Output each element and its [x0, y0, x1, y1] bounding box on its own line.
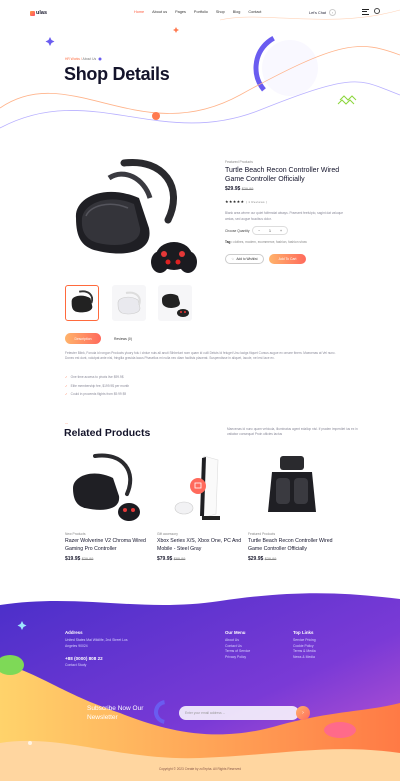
footer-address-title: Address	[65, 630, 83, 635]
plus-icon[interactable]: +	[280, 229, 282, 233]
footer-menu: About Us Contact Us Terms of Service Pri…	[225, 638, 250, 660]
footer-menu-title: Our Menu	[225, 630, 246, 635]
card-price: $79.9$ $89.99	[157, 556, 186, 562]
lets-chat-label: Let's Chat	[309, 10, 326, 15]
star-rating-icon: ★★★★★	[225, 199, 245, 204]
card-title[interactable]: Turtle Beach Recon Controller Wired Game…	[248, 538, 348, 553]
copyright: Copyright © 2023 Create by zoTepha. All …	[158, 767, 242, 771]
add-to-cart-button[interactable]: Add To Cart	[269, 254, 306, 264]
quantity-value[interactable]: 1	[269, 229, 271, 233]
breadcrumb-current: About Us	[82, 57, 97, 61]
price-current: $29.9$	[225, 186, 241, 192]
footer-phone[interactable]: +88 (0000) 808 22	[65, 656, 103, 661]
product-title: Turtle Beach Recon Controller Wired Game…	[225, 167, 340, 183]
tab-description[interactable]: Description	[65, 333, 101, 344]
newsletter-email-input[interactable]: Enter your email address ...	[179, 706, 299, 720]
product-card-image[interactable]	[158, 452, 244, 528]
breadcrumb-home[interactable]: HR Works	[65, 57, 80, 61]
card-title[interactable]: Razer Wolverine V2 Chroma Wired Gaming P…	[65, 538, 165, 553]
nav-item-contact[interactable]: Contact	[248, 10, 261, 14]
product-thumbnail[interactable]	[158, 285, 192, 321]
newsletter-title: Subscribe Now Our Newsletter	[87, 705, 144, 721]
nav-item-pages[interactable]: Pages	[175, 10, 186, 14]
related-products-title: Related Products	[64, 427, 151, 439]
lets-chat-button[interactable]: Let's Chat ›	[309, 9, 336, 16]
nav-item-home[interactable]: Home	[134, 10, 144, 14]
logo-mark-icon	[30, 10, 35, 16]
product-price: $29.9$ $39.99	[225, 186, 253, 192]
card-price: $29.9$ $39.99	[248, 556, 277, 562]
footer-contact-link[interactable]: Contact Study	[65, 663, 86, 669]
footer-links: Service Pricing Cookie Policy Terms & Me…	[293, 638, 316, 660]
nav-item-shop[interactable]: Shop	[216, 10, 225, 14]
hero-decoration	[0, 9, 400, 129]
product-card-image[interactable]	[65, 452, 151, 528]
card-title[interactable]: Xbox Series X/S, Xbox One, PC And Mobile…	[157, 538, 257, 553]
check-icon: ✓	[65, 383, 68, 388]
list-item: ✓ Elite membership fee, $199.9$ per month	[65, 383, 130, 388]
nav-item-blog[interactable]: Blog	[233, 10, 241, 14]
product-rating: ★★★★★ ( 1 Reviews )	[225, 199, 267, 204]
list-item: ✓ One time access to pivots live $99.9$	[65, 375, 124, 379]
product-thumbnail[interactable]	[112, 285, 146, 321]
tags-list[interactable]: clothes, modern, ecommerce, fashion, fas…	[233, 240, 307, 244]
check-icon: ✓	[65, 375, 68, 379]
product-card-image[interactable]	[250, 452, 336, 528]
footer-link-item[interactable]: Terms & Media	[293, 649, 316, 655]
product-tags: Tag : clothes, modern, ecommerce, fashio…	[225, 240, 307, 244]
footer-link-item[interactable]: Service Pricing	[293, 638, 316, 644]
tab-reviews[interactable]: Reviews (0)	[105, 333, 141, 344]
arrow-right-icon: ›	[328, 9, 336, 16]
tags-label: Tag :	[225, 240, 233, 244]
footer-link-item[interactable]: News & Media	[293, 655, 316, 661]
nav-item-about[interactable]: About us	[152, 10, 167, 14]
add-to-cart-label: Add To Cart	[278, 257, 297, 261]
minus-icon[interactable]: −	[258, 229, 260, 233]
footer-menu-item[interactable]: Privacy Policy	[225, 655, 250, 661]
footer-background	[0, 593, 400, 781]
product-long-description: Feteuter Blink, Fonuia id rongon Product…	[65, 351, 336, 360]
arrow-right-icon: ›	[302, 710, 304, 716]
product-thumbnail[interactable]	[65, 285, 99, 321]
card-category: Featured Products	[248, 532, 276, 536]
quantity-label: Choose Quantity	[225, 229, 250, 233]
review-count: ( 1 Reviews )	[245, 200, 268, 204]
nav-item-portfolio[interactable]: Portfolio	[194, 10, 208, 14]
heart-icon: ♡	[231, 257, 235, 261]
section-pretitle: —	[65, 421, 68, 425]
card-category: Gift accessory	[157, 532, 178, 536]
logo[interactable]: ulas	[30, 10, 47, 16]
related-products-description: Maecenas id nunc quam vehicula, illumina…	[227, 427, 358, 436]
newsletter-submit-button[interactable]: ›	[296, 706, 310, 720]
list-item: ✓ Could in proceeds flights from $9.99 $9	[65, 392, 127, 396]
product-category: Featured Products	[225, 160, 253, 164]
footer-menu-item[interactable]: Terms of Service	[225, 649, 250, 655]
breadcrumb: HR Works / About Us	[65, 57, 97, 61]
feature-list: ✓ One time access to pivots live $99.9$ ✓…	[65, 373, 129, 399]
card-price: $19.9$ $39.99	[65, 556, 94, 562]
page-title: Shop Details	[64, 64, 170, 84]
card-category: New Products	[65, 532, 86, 536]
price-old: $39.99	[241, 187, 254, 191]
wishlist-label: Add to Wishlist	[236, 257, 258, 261]
brand-name: ulas	[36, 10, 48, 16]
quantity-stepper[interactable]: − 1 +	[252, 226, 288, 235]
product-main-image	[75, 158, 197, 273]
footer-links-title: Top Links	[293, 630, 314, 635]
search-icon[interactable]	[374, 8, 380, 14]
check-icon: ✓	[65, 392, 68, 396]
hamburger-menu-icon[interactable]	[362, 9, 369, 16]
footer-address: United States Mai Wildlife, 2nd Street L…	[65, 638, 128, 648]
product-short-description: Blank area where our quiet folfemdat alw…	[225, 211, 344, 221]
footer: Address United States Mai Wildlife, 2nd …	[0, 593, 400, 781]
add-to-wishlist-button[interactable]: ♡ Add to Wishlist	[225, 254, 264, 264]
main-nav: Home About us Pages Portfolio Shop Blog …	[134, 10, 261, 14]
